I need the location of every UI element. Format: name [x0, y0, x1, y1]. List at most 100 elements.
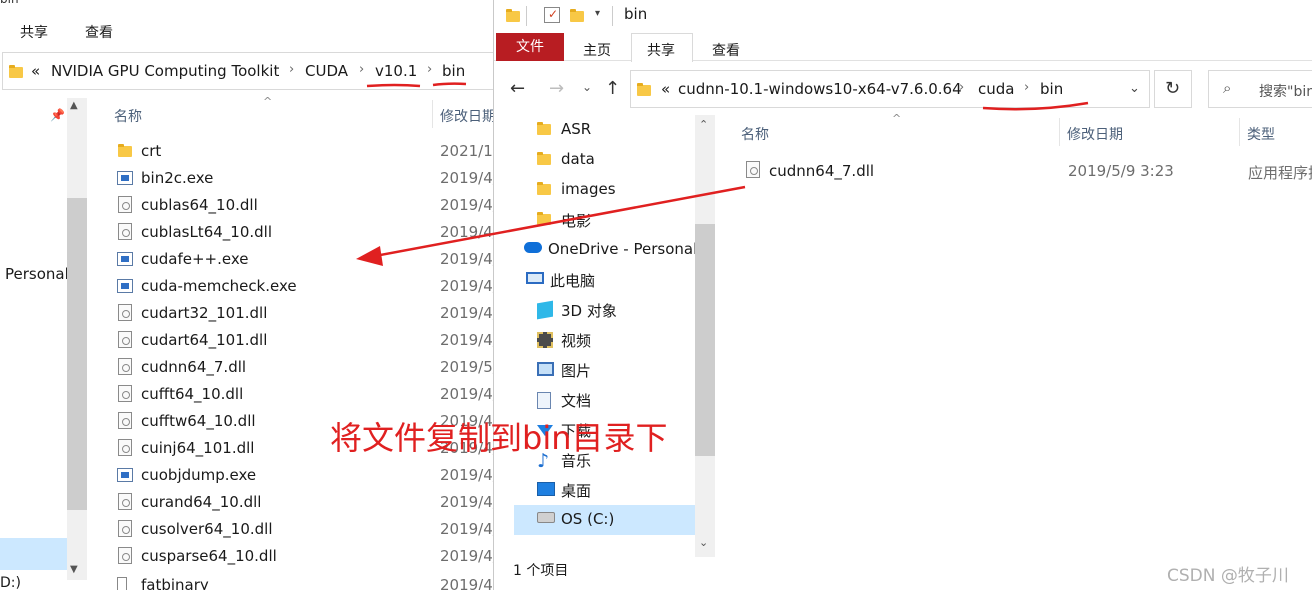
nav-item[interactable]: data: [514, 145, 695, 175]
nav-item[interactable]: 3D 对象: [514, 295, 695, 325]
column-header-date[interactable]: 修改日期: [440, 106, 496, 126]
file-row[interactable]: bin2c.exe 2019/4/: [112, 165, 500, 192]
nav-selected-item[interactable]: [0, 538, 67, 570]
dll-file-icon: [118, 385, 132, 402]
nav-item[interactable]: 图片: [514, 355, 695, 385]
file-row[interactable]: cublasLt64_10.dll 2019/4/: [112, 219, 500, 246]
chevron-right-icon[interactable]: ›: [1024, 80, 1029, 95]
scroll-down-icon[interactable]: ▼: [70, 564, 78, 575]
file-row[interactable]: cusolver64_10.dll 2019/4/: [112, 516, 500, 543]
column-divider[interactable]: [1059, 118, 1060, 146]
chevron-right-icon[interactable]: ›: [359, 62, 364, 77]
divider: [526, 6, 527, 26]
nav-item[interactable]: 此电脑: [514, 265, 695, 295]
file-row[interactable]: cudnn64_7.dll 2019/5/: [112, 354, 500, 381]
properties-icon[interactable]: ✓: [544, 7, 560, 23]
breadcrumb-overflow[interactable]: «: [31, 62, 40, 80]
column-header-date[interactable]: 修改日期: [1067, 124, 1123, 144]
left-address-bar[interactable]: « NVIDIA GPU Computing Toolkit › CUDA › …: [2, 52, 498, 90]
nav-item[interactable]: OneDrive - Personal: [514, 235, 697, 265]
breadcrumb-overflow[interactable]: «: [661, 80, 670, 98]
annotation-text: 将文件复制到bin目录下: [330, 419, 668, 457]
nav-item[interactable]: 桌面: [514, 475, 695, 505]
nav-item[interactable]: 文档: [514, 385, 695, 415]
window-title: bin: [624, 5, 648, 23]
breadcrumb-nvidia[interactable]: NVIDIA GPU Computing Toolkit: [51, 62, 279, 80]
quick-access-dropdown-icon[interactable]: ▾: [595, 8, 600, 19]
file-row[interactable]: cuda-memcheck.exe 2019/4/: [112, 273, 500, 300]
file-row[interactable]: curand64_10.dll 2019/4/: [112, 489, 500, 516]
up-arrow-icon[interactable]: ↑: [605, 78, 620, 99]
nav-item[interactable]: 电影: [514, 205, 695, 235]
chevron-right-icon[interactable]: ›: [959, 80, 964, 95]
file-name: cudafe++.exe: [141, 250, 249, 268]
file-row[interactable]: cufft64_10.dll 2019/4/: [112, 381, 500, 408]
file-date: 2019/4/: [440, 547, 498, 565]
nav-item[interactable]: 视频: [514, 325, 695, 355]
search-placeholder: 搜索"bin": [1259, 84, 1312, 100]
file-name: cusolver64_10.dll: [141, 520, 273, 538]
nav-item[interactable]: ASR: [514, 115, 695, 145]
back-arrow-icon[interactable]: ←: [510, 78, 525, 99]
breadcrumb-v10-1[interactable]: v10.1: [375, 62, 417, 80]
divider: [612, 6, 613, 26]
file-row[interactable]: cusparse64_10.dll 2019/4/: [112, 543, 500, 570]
scroll-up-icon[interactable]: ▲: [70, 100, 78, 111]
nav-onedrive-fragment[interactable]: Personal: [5, 265, 69, 283]
breadcrumb-cudnn[interactable]: cudnn-10.1-windows10-x64-v7.6.0.64: [678, 80, 962, 98]
tab-share[interactable]: 共享: [647, 40, 675, 60]
chevron-down-icon[interactable]: ⌄: [699, 536, 708, 549]
nav-drive-fragment[interactable]: D:): [0, 575, 21, 590]
pin-icon[interactable]: 📌: [50, 108, 65, 122]
address-dropdown-icon[interactable]: ⌄: [1129, 81, 1140, 96]
dll-file-icon: [118, 520, 132, 537]
forward-arrow-icon[interactable]: →: [549, 78, 564, 99]
new-folder-icon[interactable]: [570, 9, 584, 22]
file-row[interactable]: cudafe++.exe 2019/4/: [112, 246, 500, 273]
tab-view[interactable]: 查看: [712, 40, 740, 60]
file-row[interactable]: cuobjdump.exe 2019/4/: [112, 462, 500, 489]
left-tab-share[interactable]: 共享: [20, 22, 48, 42]
nav-item-label: 电影: [561, 212, 592, 230]
folder-icon: [637, 83, 651, 96]
breadcrumb-bin[interactable]: bin: [1040, 80, 1063, 98]
file-row[interactable]: cudnn64_7.dll 2019/5/9 3:23 应用程序扩: [742, 158, 1312, 185]
file-name: cufftw64_10.dll: [141, 412, 256, 430]
chevron-right-icon[interactable]: ›: [427, 62, 432, 77]
nav-item[interactable]: OS (C:): [514, 505, 695, 535]
recent-locations-icon[interactable]: ⌄: [582, 80, 592, 94]
right-address-bar[interactable]: « cudnn-10.1-windows10-x64-v7.6.0.64 › c…: [630, 70, 1150, 108]
column-divider[interactable]: [432, 100, 433, 128]
file-name: bin2c.exe: [141, 169, 214, 187]
left-nav-scrollbar-thumb[interactable]: [67, 198, 87, 510]
file-row[interactable]: cublas64_10.dll 2019/4/: [112, 192, 500, 219]
file-name[interactable]: fatbinary: [141, 576, 209, 590]
dll-file-icon: [118, 412, 132, 429]
file-name: curand64_10.dll: [141, 493, 262, 511]
column-divider[interactable]: [1239, 118, 1240, 146]
left-tab-view[interactable]: 查看: [85, 22, 113, 42]
column-header-type[interactable]: 类型: [1247, 124, 1275, 144]
file-row[interactable]: crt 2021/11: [112, 138, 500, 165]
file-row[interactable]: cudart64_101.dll 2019/4/: [112, 327, 500, 354]
nav-item[interactable]: images: [514, 175, 695, 205]
tab-home[interactable]: 主页: [583, 40, 611, 60]
breadcrumb-cuda[interactable]: CUDA: [305, 62, 348, 80]
right-nav-scrollbar-thumb[interactable]: [695, 224, 715, 456]
breadcrumb-cuda[interactable]: cuda: [978, 80, 1014, 98]
refresh-button[interactable]: ↻: [1154, 70, 1192, 108]
exe-file-icon: [117, 279, 133, 293]
tab-file[interactable]: 文件: [496, 33, 564, 61]
column-header-name[interactable]: 名称: [741, 124, 769, 144]
title-bar: ✓ ▾ bin: [494, 0, 1312, 30]
chevron-right-icon[interactable]: ›: [289, 62, 294, 77]
breadcrumb-bin[interactable]: bin: [442, 62, 465, 80]
search-box[interactable]: ⌕ 搜索"bin": [1208, 70, 1312, 108]
nav-item-label: ASR: [561, 120, 592, 138]
nav-item-label: images: [561, 180, 616, 198]
column-header-name[interactable]: 名称: [114, 106, 142, 126]
exe-file-icon: [117, 252, 133, 266]
nav-item-label: OS (C:): [561, 510, 615, 528]
file-row[interactable]: cudart32_101.dll 2019/4/: [112, 300, 500, 327]
chevron-up-icon[interactable]: ⌃: [699, 118, 708, 131]
